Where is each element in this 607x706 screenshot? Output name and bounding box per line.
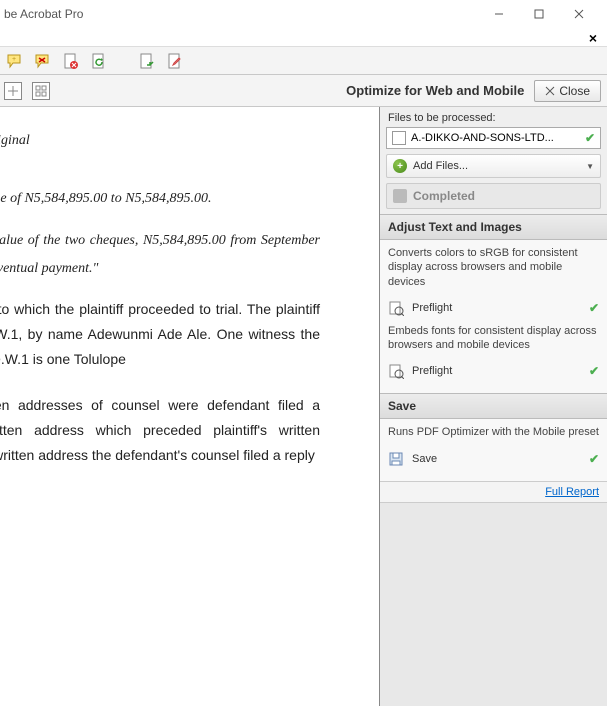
- save-action[interactable]: Save ✔: [388, 448, 599, 475]
- panel-title: Optimize for Web and Mobile: [346, 83, 524, 98]
- side-filler: [380, 503, 607, 706]
- side-panel: Files to be processed: A.-DIKKO-AND-SONS…: [380, 107, 607, 706]
- doc-paragraph: % interest on the total value of the two…: [0, 227, 320, 283]
- close-panel-button[interactable]: Close: [534, 80, 601, 102]
- preflight-label: Preflight: [412, 302, 581, 314]
- preflight-icon: [388, 300, 404, 316]
- save-icon: [388, 451, 404, 467]
- doc-paragraph: statement of defence to which the plaint…: [0, 297, 320, 373]
- close-window-button[interactable]: [559, 0, 599, 28]
- maximize-button[interactable]: [519, 0, 559, 28]
- panel-close-x[interactable]: ×: [583, 28, 603, 48]
- completed-label: Completed: [413, 189, 475, 203]
- adjust-desc-2: Embeds fonts for consistent display acro…: [388, 324, 599, 353]
- file-entry[interactable]: A.-DIKKO-AND-SONS-LTD... ✔: [386, 127, 601, 149]
- completed-icon: [393, 189, 407, 203]
- doc-paragraph: efendant to return the original: [0, 127, 320, 155]
- annotation-toolbar: +: [0, 47, 607, 75]
- pdf-icon: [392, 131, 406, 145]
- doc-paragraph: ndant to pay the full value of N5,584,89…: [0, 185, 320, 213]
- check-icon: ✔: [585, 131, 595, 145]
- minimize-button[interactable]: [479, 0, 519, 28]
- titlebar: be Acrobat Pro: [0, 0, 607, 28]
- view-icon-2[interactable]: [32, 82, 50, 100]
- preflight-action-2[interactable]: Preflight ✔: [388, 360, 599, 387]
- preflight-icon: [388, 363, 404, 379]
- comment-new-icon[interactable]: +: [6, 52, 24, 70]
- add-files-label: Add Files...: [413, 160, 468, 172]
- page-refresh-icon[interactable]: [90, 52, 108, 70]
- plus-icon: +: [393, 159, 407, 173]
- comment-remove-icon[interactable]: [34, 52, 52, 70]
- secondary-toolbar: Optimize for Web and Mobile Close: [0, 75, 607, 107]
- doc-paragraph: witnesses, final written addresses of co…: [0, 393, 320, 469]
- check-icon: ✔: [589, 452, 599, 466]
- close-label: Close: [559, 84, 590, 98]
- section-header-adjust: Adjust Text and Images: [380, 214, 607, 240]
- files-label: Files to be processed:: [380, 107, 607, 127]
- view-icon-1[interactable]: [4, 82, 22, 100]
- full-report-row: Full Report: [380, 481, 607, 503]
- chevron-down-icon: ▼: [586, 162, 594, 171]
- svg-text:+: +: [12, 56, 16, 63]
- document-content: efendant to return the original ndant to…: [0, 127, 320, 482]
- page-delete-icon[interactable]: [62, 52, 80, 70]
- file-name: A.-DIKKO-AND-SONS-LTD...: [411, 132, 580, 144]
- close-icon: [545, 86, 555, 96]
- window-title: be Acrobat Pro: [4, 7, 83, 21]
- section-header-save: Save: [380, 393, 607, 419]
- save-desc: Runs PDF Optimizer with the Mobile prese…: [388, 425, 599, 439]
- document-view[interactable]: efendant to return the original ndant to…: [0, 107, 380, 706]
- check-icon: ✔: [589, 301, 599, 315]
- save-label: Save: [412, 453, 581, 465]
- full-report-link[interactable]: Full Report: [545, 486, 599, 498]
- completed-button[interactable]: Completed: [386, 183, 601, 209]
- check-icon: ✔: [589, 364, 599, 378]
- preflight-action-1[interactable]: Preflight ✔: [388, 297, 599, 324]
- preflight-label: Preflight: [412, 365, 581, 377]
- page-edit-icon[interactable]: [166, 52, 184, 70]
- page-down-icon[interactable]: [138, 52, 156, 70]
- add-files-button[interactable]: + Add Files... ▼: [386, 154, 601, 178]
- adjust-desc-1: Converts colors to sRGB for consistent d…: [388, 246, 599, 289]
